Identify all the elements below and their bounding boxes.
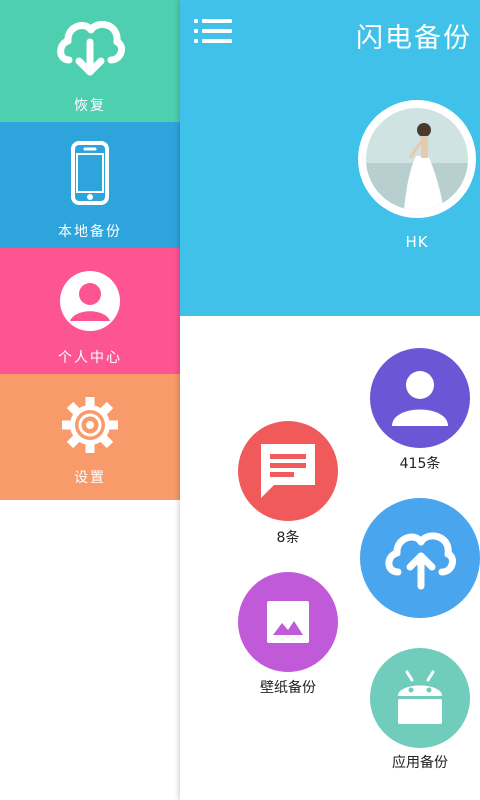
app-backup-label: 应用备份	[392, 755, 448, 771]
sidebar-item-label: 个人中心	[58, 350, 122, 366]
page-title: 闪电备份	[356, 23, 472, 54]
sidebar-item-local-backup[interactable]: 本地备份	[0, 122, 180, 248]
header: 闪电备份 HK	[180, 0, 480, 316]
sidebar-item-label: 设置	[74, 470, 106, 486]
menu-icon[interactable]	[194, 16, 234, 46]
main-panel: 闪电备份 HK 415条 8条 壁纸备份 应用备份	[180, 0, 480, 800]
sidebar-item-label: 本地备份	[58, 224, 122, 240]
person-icon	[392, 371, 448, 426]
app-backup-button[interactable]	[370, 648, 470, 748]
contacts-count: 415条	[399, 456, 441, 472]
message-icon	[261, 444, 315, 498]
wallpaper-backup-button[interactable]	[238, 572, 338, 672]
phone-icon	[70, 140, 110, 210]
gear-icon	[59, 394, 121, 460]
android-icon	[398, 670, 442, 724]
person-icon	[59, 270, 121, 336]
sidebar-item-label: 恢复	[74, 98, 106, 114]
image-icon	[267, 601, 309, 643]
sidebar-item-profile[interactable]: 个人中心	[0, 248, 180, 374]
upload-button[interactable]	[360, 498, 480, 618]
username: HK	[405, 233, 429, 251]
wallpaper-backup-label: 壁纸备份	[260, 680, 316, 696]
sms-count: 8条	[276, 530, 300, 546]
cloud-download-icon	[55, 14, 125, 84]
cloud-upload-icon	[385, 532, 456, 590]
avatar[interactable]	[358, 100, 476, 218]
sidebar-item-restore[interactable]: 恢复	[0, 0, 180, 122]
sms-backup-button[interactable]	[238, 421, 338, 521]
sidebar: 恢复 本地备份 个人中心 设置	[0, 0, 180, 800]
sidebar-item-settings[interactable]: 设置	[0, 374, 180, 500]
contacts-backup-button[interactable]	[370, 348, 470, 448]
